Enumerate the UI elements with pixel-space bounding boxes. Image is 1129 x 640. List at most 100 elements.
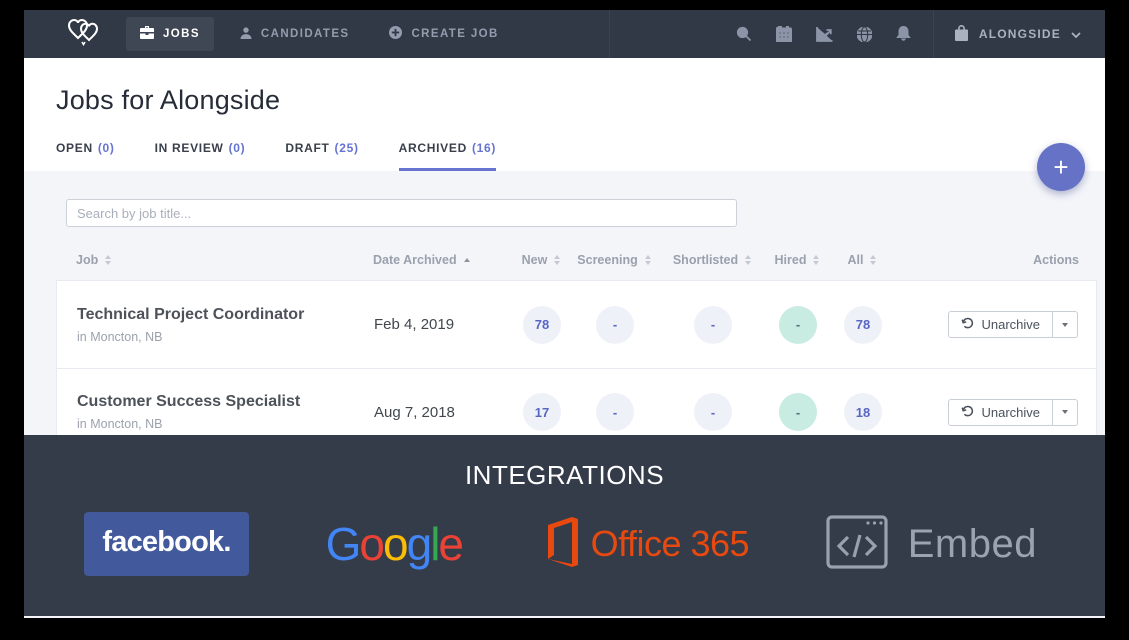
account-menu[interactable]: ALONGSIDE — [933, 10, 1105, 58]
unarchive-label: Unarchive — [981, 317, 1040, 332]
job-title: Customer Success Specialist — [77, 393, 300, 411]
shortlisted-count-badge[interactable]: - — [694, 306, 732, 344]
column-label: Job — [76, 253, 98, 267]
new-count-badge[interactable]: 78 — [523, 306, 561, 344]
nav-item-candidates[interactable]: CANDIDATES — [226, 18, 364, 51]
alongside-logo[interactable] — [66, 16, 102, 53]
job-location: in Moncton, NB — [77, 417, 162, 431]
new-count-cell: 17 — [517, 393, 567, 431]
screening-count-badge[interactable]: - — [596, 306, 634, 344]
column-label: New — [522, 253, 548, 267]
user-icon — [240, 27, 252, 42]
embed-logo[interactable]: Embed — [826, 515, 1037, 574]
table-header-row: Job Date Archived New Screening Shortlis… — [56, 227, 1097, 280]
sort-icon — [105, 255, 111, 265]
screening-count-badge[interactable]: - — [596, 393, 634, 431]
google-letter: g — [407, 518, 431, 570]
search-icon[interactable] — [724, 26, 764, 42]
tab-label: IN REVIEW — [155, 141, 224, 155]
all-count-cell: 78 — [833, 306, 893, 344]
hired-count-cell: - — [763, 306, 833, 344]
tab-open[interactable]: OPEN (0) — [56, 141, 115, 171]
tab-count: (0) — [98, 141, 115, 155]
new-count-cell: 78 — [517, 306, 567, 344]
hired-count-badge[interactable]: - — [779, 306, 817, 344]
google-letter: o — [359, 518, 383, 570]
tab-label: OPEN — [56, 141, 93, 155]
search-toolbar — [24, 171, 1105, 227]
column-label: Screening — [577, 253, 637, 267]
office-365-logo[interactable]: Office 365 — [539, 515, 749, 574]
column-header-job[interactable]: Job — [56, 253, 356, 267]
date-archived-cell: Feb 4, 2019 — [357, 316, 517, 333]
calendar-icon[interactable] — [764, 26, 804, 42]
globe-icon[interactable] — [845, 27, 884, 42]
unarchive-split-button: Unarchive — [948, 311, 1078, 338]
hearts-logo-icon — [66, 16, 102, 53]
facebook-wordmark: facebook. — [102, 526, 230, 559]
integrations-logo-row: facebook. Google Office 365 — [24, 512, 1105, 576]
nav-item-label: CREATE JOB — [411, 28, 498, 40]
column-header-actions: Actions — [892, 253, 1097, 267]
restore-icon — [961, 405, 974, 420]
column-header-hired[interactable]: Hired — [762, 253, 832, 267]
column-label: All — [848, 253, 864, 267]
analytics-icon[interactable] — [804, 27, 845, 42]
sort-icon — [645, 255, 651, 265]
column-header-new[interactable]: New — [516, 253, 566, 267]
tab-archived[interactable]: ARCHIVED (16) — [399, 141, 496, 171]
google-letter: G — [326, 518, 360, 570]
tab-draft[interactable]: DRAFT (25) — [285, 141, 358, 171]
page-title: Jobs for Alongside — [56, 85, 1073, 116]
column-header-all[interactable]: All — [832, 253, 892, 267]
job-cell[interactable]: Technical Project Coordinator in Moncton… — [57, 306, 357, 344]
new-count-badge[interactable]: 17 — [523, 393, 561, 431]
sort-icon — [745, 255, 751, 265]
job-cell[interactable]: Customer Success Specialist in Moncton, … — [57, 393, 357, 431]
unarchive-dropdown-toggle[interactable] — [1052, 400, 1077, 425]
column-header-shortlisted[interactable]: Shortlisted — [662, 253, 762, 267]
chevron-down-icon — [1071, 27, 1081, 41]
unarchive-button[interactable]: Unarchive — [949, 312, 1052, 337]
column-header-screening[interactable]: Screening — [566, 253, 662, 267]
caret-down-icon — [1062, 410, 1068, 414]
column-header-date-archived[interactable]: Date Archived — [356, 253, 516, 267]
restore-icon — [961, 317, 974, 332]
jobs-table: Job Date Archived New Screening Shortlis… — [56, 227, 1097, 456]
shortlisted-count-badge[interactable]: - — [694, 393, 732, 431]
app-window: JOBS CANDIDATES CREATE JOB — [24, 10, 1105, 618]
all-count-badge[interactable]: 18 — [844, 393, 882, 431]
tab-in-review[interactable]: IN REVIEW (0) — [155, 141, 246, 171]
page-header: Jobs for Alongside OPEN (0) IN REVIEW (0… — [24, 58, 1105, 171]
hired-count-cell: - — [763, 393, 833, 431]
sort-icon — [813, 255, 819, 265]
nav-item-label: JOBS — [163, 28, 200, 40]
shortlisted-count-cell: - — [663, 393, 763, 431]
table-row: Technical Project Coordinator in Moncton… — [57, 281, 1096, 368]
office-365-icon — [539, 515, 579, 574]
unarchive-label: Unarchive — [981, 405, 1040, 420]
tab-label: ARCHIVED — [399, 141, 467, 155]
google-logo[interactable]: Google — [326, 517, 462, 571]
add-job-button[interactable]: + — [1037, 143, 1085, 191]
integrations-heading: INTEGRATIONS — [24, 460, 1105, 491]
column-label: Hired — [775, 253, 807, 267]
facebook-logo[interactable]: facebook. — [84, 512, 249, 576]
all-count-badge[interactable]: 78 — [844, 306, 882, 344]
job-search-input[interactable] — [66, 199, 737, 227]
sort-asc-icon — [464, 258, 470, 262]
shortlisted-count-cell: - — [663, 306, 763, 344]
google-letter: o — [383, 518, 407, 570]
unarchive-split-button: Unarchive — [948, 399, 1078, 426]
status-tabs: OPEN (0) IN REVIEW (0) DRAFT (25) ARCHIV… — [56, 141, 1073, 171]
unarchive-button[interactable]: Unarchive — [949, 400, 1052, 425]
column-label: Shortlisted — [673, 253, 738, 267]
screening-count-cell: - — [567, 393, 663, 431]
nav-item-jobs[interactable]: JOBS — [126, 17, 214, 51]
nav-item-create-job[interactable]: CREATE JOB — [375, 17, 512, 51]
organization-icon — [954, 25, 969, 44]
bell-icon[interactable] — [884, 26, 923, 42]
nav-item-label: CANDIDATES — [261, 28, 350, 40]
hired-count-badge[interactable]: - — [779, 393, 817, 431]
unarchive-dropdown-toggle[interactable] — [1052, 312, 1077, 337]
